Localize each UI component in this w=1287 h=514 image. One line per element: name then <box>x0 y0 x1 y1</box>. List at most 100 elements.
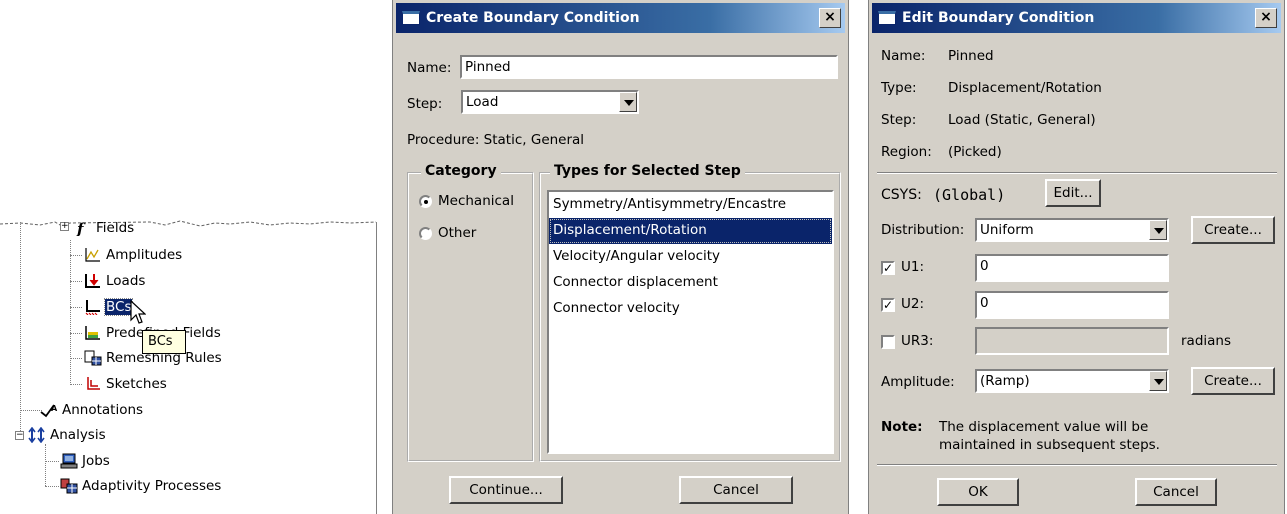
step-label: Step: <box>881 112 917 128</box>
u1-checkbox[interactable]: ✓ <box>881 261 895 275</box>
amplitude-select[interactable]: (Ramp) <box>975 369 1169 393</box>
u2-checkbox[interactable]: ✓ <box>881 298 895 312</box>
ur3-label: UR3: <box>901 333 934 349</box>
tree-line <box>70 384 82 385</box>
amplitude-create-button[interactable]: Create... <box>1191 367 1275 395</box>
loads-icon <box>84 273 102 289</box>
cancel-button[interactable]: Cancel <box>1135 478 1217 506</box>
tree-item-analysis[interactable]: Analysis <box>28 425 107 445</box>
continue-button[interactable]: Continue... <box>449 476 563 504</box>
tree-item-loads[interactable]: Loads <box>84 271 146 291</box>
create-dialog-title: Create Boundary Condition <box>426 10 640 26</box>
separator <box>877 464 1277 466</box>
tree-line <box>45 444 46 486</box>
list-item[interactable]: Connector displacement <box>549 270 832 296</box>
types-group-title: Types for Selected Step <box>550 163 745 179</box>
list-item-selected[interactable]: Displacement/Rotation <box>549 218 832 244</box>
note-line-1: The displacement value will be <box>939 419 1149 435</box>
list-item[interactable]: Velocity/Angular velocity <box>549 244 832 270</box>
separator <box>877 172 1277 174</box>
edit-dialog-title: Edit Boundary Condition <box>902 10 1095 26</box>
step-label: Step: <box>407 96 443 112</box>
ok-button[interactable]: OK <box>937 478 1019 506</box>
mouse-cursor-icon <box>130 300 146 324</box>
type-value: Displacement/Rotation <box>948 80 1102 96</box>
list-item[interactable]: Symmetry/Antisymmetry/Encastre <box>549 192 832 218</box>
u2-input[interactable]: 0 <box>975 291 1169 319</box>
cancel-button[interactable]: Cancel <box>679 476 793 504</box>
other-radio[interactable] <box>419 227 432 240</box>
step-select[interactable]: Load <box>461 90 639 114</box>
step-select-value: Load <box>466 94 499 110</box>
csys-value: (Global) <box>933 186 1006 204</box>
panel-border <box>376 222 377 514</box>
close-button[interactable]: × <box>1255 8 1277 28</box>
create-boundary-condition-dialog: Create Boundary Condition × Name: Pinned… <box>392 0 849 514</box>
list-item[interactable]: Connector velocity <box>549 296 832 322</box>
name-input[interactable]: Pinned <box>460 55 838 79</box>
tree-line <box>70 358 82 359</box>
ur3-input[interactable] <box>975 327 1169 355</box>
edit-dialog-titlebar: Edit Boundary Condition × <box>872 3 1281 33</box>
tree-item-adaptivity-processes[interactable]: Adaptivity Processes <box>60 476 222 496</box>
model-tree-panel: + f Fields Amplitudes Loads BCs Predefin… <box>0 0 380 514</box>
tree-item-annotations[interactable]: A Annotations <box>40 400 144 420</box>
procedure-text: Procedure: Static, General <box>407 132 585 148</box>
name-label: Name: <box>407 60 452 76</box>
name-label: Name: <box>881 48 926 64</box>
close-button[interactable]: × <box>819 8 841 28</box>
tree-item-jobs[interactable]: Jobs <box>60 451 111 471</box>
distribution-select-value: Uniform <box>980 222 1034 238</box>
note-label: Note: <box>881 419 923 435</box>
ur3-checkbox[interactable] <box>881 335 895 349</box>
region-label: Region: <box>881 144 932 160</box>
analysis-icon <box>28 426 46 444</box>
window-icon <box>402 11 420 25</box>
csys-label: CSYS: <box>881 187 922 203</box>
bcs-icon <box>84 299 102 316</box>
collapse-analysis-button[interactable]: − <box>15 431 24 440</box>
tree-item-bcs[interactable]: BCs <box>84 297 134 317</box>
amplitudes-icon <box>84 247 102 263</box>
tree-item-sketches[interactable]: Sketches <box>84 374 168 394</box>
mechanical-radio[interactable] <box>419 195 432 208</box>
chevron-down-icon[interactable] <box>1149 220 1167 240</box>
step-value: Load (Static, General) <box>948 112 1096 128</box>
csys-edit-button[interactable]: Edit... <box>1045 179 1101 207</box>
distribution-select[interactable]: Uniform <box>975 218 1169 242</box>
amplitude-label: Amplitude: <box>881 374 955 390</box>
predefined-fields-icon <box>84 325 102 341</box>
tree-line <box>70 255 82 256</box>
expand-fields-button[interactable]: + <box>60 222 69 231</box>
svg-text:A: A <box>51 404 58 413</box>
u1-input[interactable]: 0 <box>975 254 1169 282</box>
mechanical-radio-label: Mechanical <box>438 193 514 209</box>
u2-label: U2: <box>901 296 925 312</box>
adaptivity-processes-icon <box>60 478 78 494</box>
tree-item-fields[interactable]: f Fields <box>74 218 135 238</box>
ur3-unit: radians <box>1181 333 1232 349</box>
tree-line <box>45 486 59 487</box>
chevron-down-icon[interactable] <box>1149 371 1167 391</box>
distribution-create-button[interactable]: Create... <box>1191 216 1275 244</box>
category-group-title: Category <box>421 163 501 179</box>
region-value: (Picked) <box>948 144 1002 160</box>
u1-label: U1: <box>901 259 925 275</box>
chevron-down-icon[interactable] <box>619 92 637 112</box>
distribution-label: Distribution: <box>881 222 965 238</box>
edit-boundary-condition-dialog: Edit Boundary Condition × Name: Pinned T… <box>868 0 1285 514</box>
torn-edge <box>0 220 376 227</box>
note-line-2: maintained in subsequent steps. <box>939 437 1160 453</box>
category-group <box>407 172 534 462</box>
tree-line <box>20 222 21 437</box>
tree-line <box>70 281 82 282</box>
remeshing-rules-icon <box>84 350 102 366</box>
bcs-tooltip: BCs <box>142 330 186 354</box>
annotations-icon: A <box>40 402 58 418</box>
other-radio-label: Other <box>438 225 477 241</box>
tree-line <box>70 307 82 308</box>
tree-item-amplitudes[interactable]: Amplitudes <box>84 245 183 265</box>
tree-line <box>70 333 82 334</box>
types-listbox[interactable]: Symmetry/Antisymmetry/Encastre Displacem… <box>547 190 834 454</box>
tree-line <box>20 410 42 411</box>
